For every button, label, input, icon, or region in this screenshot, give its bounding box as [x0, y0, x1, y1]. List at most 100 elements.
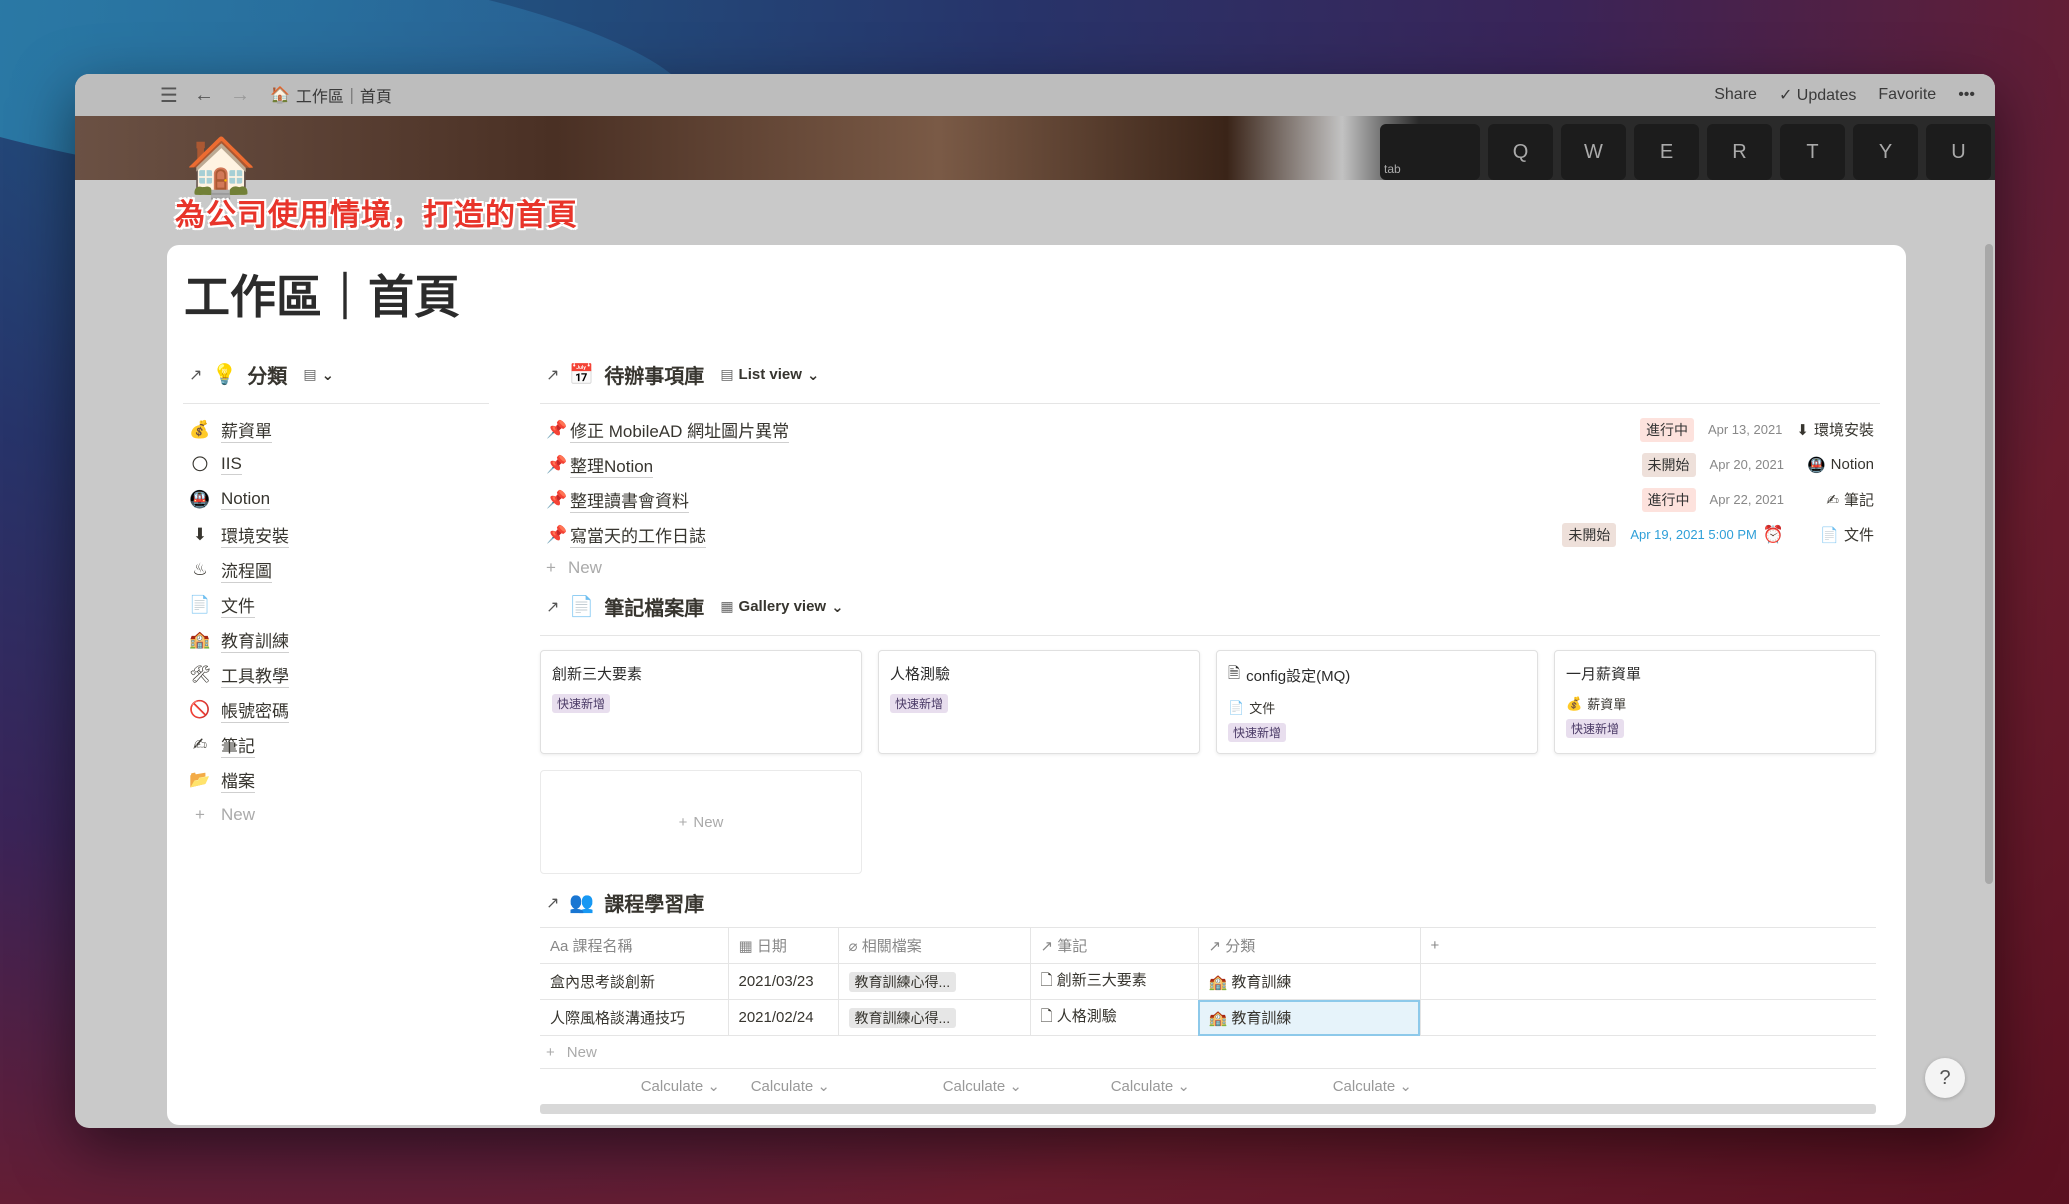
category-item[interactable]: 💰 薪資單	[183, 412, 489, 447]
todo-new-button[interactable]: + New	[540, 552, 1880, 584]
category-icon: 🛠	[189, 664, 211, 684]
todo-view-label: List view	[738, 366, 802, 383]
todo-item[interactable]: 📌 整理讀書會資料 進行中 Apr 22, 2021 ✍ 筆記	[540, 482, 1880, 517]
notes-view-switcher[interactable]: ▦ Gallery view ⌄	[720, 598, 843, 616]
category-item[interactable]: 🚫 帳號密碼	[183, 692, 489, 727]
course-category-cell[interactable]: 🏫 教育訓練	[1198, 999, 1421, 1036]
breadcrumb[interactable]: 🏠 工作區｜首頁	[270, 83, 392, 107]
databases-column: ↗ 📅 待辦事項庫 ▤ List view ⌄ 📌 修正 MobileAD 網址圖片…	[540, 360, 1880, 1114]
course-note-cell[interactable]: 🗋 人格測驗	[1030, 999, 1199, 1036]
todo-item[interactable]: 📌 寫當天的工作日誌 未開始 Apr 19, 2021 5:00 PM ⏰ 📄 文件	[540, 517, 1880, 552]
course-date-cell[interactable]: 2021/02/24	[728, 999, 839, 1036]
gallery-card[interactable]: 創新三大要素 快速新增	[540, 650, 862, 754]
add-column-button[interactable]: +	[1420, 927, 1876, 964]
course-name-cell[interactable]: 人際風格談溝通技巧	[540, 999, 729, 1036]
gallery-card[interactable]: 🗎 config設定(MQ) 📄 文件 快速新增	[1216, 650, 1538, 754]
column-header-files[interactable]: ⌀ 相關檔案	[838, 927, 1031, 964]
menu-icon[interactable]: ☰	[160, 83, 178, 108]
categories-title[interactable]: 分類	[247, 360, 287, 389]
horizontal-scrollbar[interactable]	[540, 1104, 1876, 1114]
course-date-cell[interactable]: 2021/03/23	[728, 963, 839, 1000]
file-tag: 教育訓練心得...	[848, 1007, 957, 1028]
updates-button[interactable]: ✓ Updates	[1779, 85, 1856, 105]
calculate-button[interactable]: Calculate ⌄	[728, 1077, 838, 1095]
courses-table: Aa 課程名稱 ▦ 日期 ⌀ 相關檔案 ↗ 筆記 ↗ 分類 + 盒內思考談創新 …	[540, 927, 1876, 1036]
course-file-cell[interactable]: 教育訓練心得...	[838, 963, 1031, 1000]
calculate-row: Calculate ⌄ Calculate ⌄ Calculate ⌄ Calc…	[540, 1068, 1876, 1102]
keyboard-key: tab	[1380, 124, 1480, 180]
forward-arrow-icon[interactable]: →	[230, 84, 250, 107]
category-item[interactable]: ✍ 筆記	[183, 727, 489, 762]
category-item[interactable]: ♨ 流程圖	[183, 552, 489, 587]
category-icon: ✍	[192, 734, 208, 754]
course-name-cell[interactable]: 盒內思考談創新	[540, 963, 729, 1000]
link-arrow-icon[interactable]: ↗	[546, 597, 559, 617]
annotation-banner: 為公司使用情境，打造的首頁	[175, 199, 578, 232]
category-item[interactable]: 📄 文件	[183, 587, 489, 622]
link-arrow-icon[interactable]: ↗	[189, 365, 202, 385]
category-label: IIS	[221, 454, 242, 475]
category-item[interactable]: 📂 檔案	[183, 762, 489, 797]
chevron-down-icon: ⌄	[806, 366, 820, 384]
app-window: ☰ ← → 🏠 工作區｜首頁 Share ✓ Updates Favorite …	[75, 74, 1995, 1128]
alarm-icon: ⏰	[1762, 524, 1784, 544]
vertical-scrollbar[interactable]	[1985, 244, 1993, 884]
calculate-button[interactable]: Calculate ⌄	[838, 1077, 1030, 1095]
category-new-button[interactable]: + New	[183, 797, 489, 832]
course-category-cell[interactable]: 🏫 教育訓練	[1198, 963, 1421, 1000]
column-header-notes[interactable]: ↗ 筆記	[1030, 927, 1199, 964]
category-item[interactable]: 🌕 IIS	[183, 447, 489, 482]
more-options-icon[interactable]: •••	[1958, 86, 1975, 104]
calendar-property-icon: ▦	[738, 938, 753, 955]
card-title-text: 人格測驗	[890, 666, 951, 683]
todo-title[interactable]: 待辦事項庫	[604, 360, 704, 389]
category-link: 教育訓練	[1231, 974, 1292, 991]
calculate-button[interactable]: Calculate ⌄	[540, 1077, 728, 1095]
category-item[interactable]: 🏫 教育訓練	[183, 622, 489, 657]
category-item[interactable]: ⬇ 環境安裝	[183, 517, 489, 552]
category-label: 環境安裝	[221, 522, 289, 548]
todo-relation[interactable]: ⬇ 環境安裝	[1796, 419, 1874, 440]
back-arrow-icon[interactable]: ←	[194, 84, 214, 107]
gallery-card[interactable]: 一月薪資單 💰 薪資單 快速新增	[1554, 650, 1876, 754]
category-item[interactable]: 🚇 Notion	[183, 482, 489, 517]
calculate-label: Calculate	[640, 1077, 704, 1095]
category-icon: 📄	[189, 594, 211, 614]
column-header-category[interactable]: ↗ 分類	[1198, 927, 1421, 964]
file-tag: 教育訓練心得...	[848, 971, 957, 992]
view-switcher[interactable]: ▤ ⌄	[303, 366, 334, 384]
gallery-new-button[interactable]: + New	[540, 770, 862, 874]
table-row[interactable]: 盒內思考談創新 2021/03/23 教育訓練心得... 🗋 創新三大要素 🏫 …	[540, 963, 1876, 1000]
category-icon: 📂	[189, 769, 211, 789]
gallery-card[interactable]: 人格測驗 快速新增	[878, 650, 1200, 754]
todo-item[interactable]: 📌 整理Notion 未開始 Apr 20, 2021 🚇 Notion	[540, 447, 1880, 482]
card-tag: 快速新增	[552, 694, 611, 713]
share-button[interactable]: Share	[1714, 86, 1757, 104]
calculate-button[interactable]: Calculate ⌄	[1198, 1077, 1420, 1095]
todo-relation[interactable]: 📄 文件	[1798, 524, 1874, 545]
todo-view-switcher[interactable]: ▤ List view ⌄	[720, 366, 819, 384]
link-arrow-icon[interactable]: ↗	[546, 893, 559, 913]
courses-table-body: 盒內思考談創新 2021/03/23 教育訓練心得... 🗋 創新三大要素 🏫 …	[540, 963, 1876, 1036]
category-item[interactable]: 🛠 工具教學	[183, 657, 489, 692]
todo-relation[interactable]: ✍ 筆記	[1798, 489, 1874, 510]
todo-relation[interactable]: 🚇 Notion	[1798, 456, 1874, 474]
column-header-name[interactable]: Aa 課程名稱	[540, 927, 729, 964]
help-button[interactable]: ?	[1925, 1058, 1965, 1098]
school-icon: 🏫	[1208, 974, 1228, 991]
link-arrow-icon[interactable]: ↗	[546, 365, 559, 385]
column-label: 筆記	[1057, 938, 1088, 955]
course-note-cell[interactable]: 🗋 創新三大要素	[1030, 963, 1199, 1000]
pin-icon: 📌	[546, 524, 568, 544]
course-file-cell[interactable]: 教育訓練心得...	[838, 999, 1031, 1036]
courses-new-button[interactable]: + New	[540, 1036, 1880, 1068]
todo-item[interactable]: 📌 修正 MobileAD 網址圖片異常 進行中 Apr 13, 2021 ⬇ 環…	[540, 412, 1880, 447]
relation-icon: 💰	[1566, 695, 1583, 711]
table-row[interactable]: 人際風格談溝通技巧 2021/02/24 教育訓練心得... 🗋 人格測驗 🏫 …	[540, 999, 1876, 1036]
column-header-date[interactable]: ▦ 日期	[728, 927, 839, 964]
notes-title[interactable]: 筆記檔案庫	[604, 592, 704, 621]
relation-arrow-icon: ↗	[1208, 938, 1222, 955]
courses-title[interactable]: 課程學習庫	[604, 888, 704, 917]
calculate-button[interactable]: Calculate ⌄	[1030, 1077, 1198, 1095]
favorite-button[interactable]: Favorite	[1878, 86, 1936, 104]
